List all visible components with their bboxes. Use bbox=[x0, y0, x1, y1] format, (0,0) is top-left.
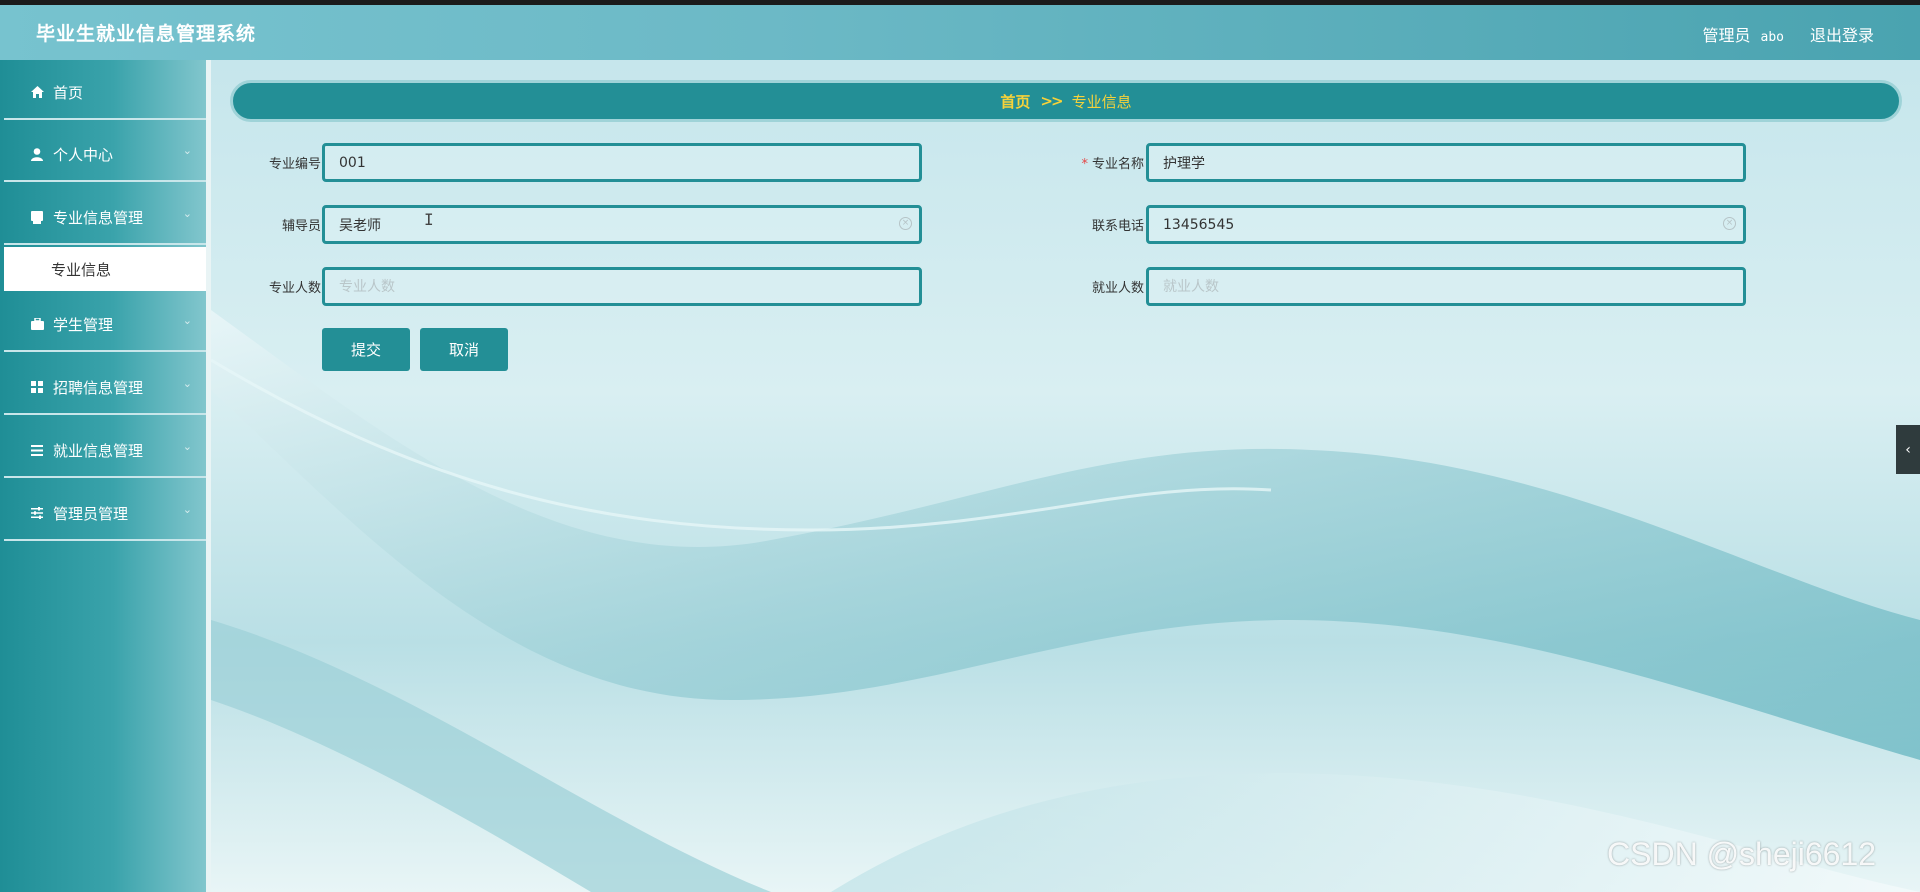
text-cursor-icon: I bbox=[424, 210, 434, 229]
phone-label: 联系电话 bbox=[1091, 219, 1144, 234]
sidebar-item-label: 管理员管理 bbox=[53, 505, 129, 523]
sidebar-item-label: 招聘信息管理 bbox=[53, 379, 144, 397]
sidebar-item-employment-management[interactable]: 就业信息管理 ⌄ bbox=[4, 420, 206, 478]
grid-icon bbox=[30, 380, 44, 394]
cancel-button[interactable]: 取消 bbox=[420, 328, 508, 371]
sidebar-item-student-management[interactable]: 学生管理 ⌄ bbox=[4, 294, 206, 352]
phone-input[interactable] bbox=[1146, 205, 1746, 244]
username: abo bbox=[1760, 30, 1784, 45]
chevron-down-icon: ⌄ bbox=[182, 440, 192, 453]
sidebar: 首页 个人中心 ⌄ 专业信息管理 ⌄ 专业信息 学生管理 ⌄ 招聘信息管理 ⌄ bbox=[0, 60, 206, 892]
chevron-down-icon: ⌄ bbox=[182, 377, 192, 390]
sliders-icon bbox=[30, 506, 44, 520]
role-label: 管理员 bbox=[1702, 26, 1751, 45]
sidebar-item-label: 学生管理 bbox=[53, 316, 114, 334]
breadcrumb-home-link[interactable]: 首页 bbox=[1000, 91, 1030, 112]
sidebar-item-label: 个人中心 bbox=[53, 146, 114, 164]
user-icon bbox=[30, 147, 44, 161]
collapse-panel-button[interactable]: ‹ bbox=[1896, 425, 1920, 474]
headcount-input[interactable] bbox=[322, 267, 922, 306]
sidebar-item-recruitment-management[interactable]: 招聘信息管理 ⌄ bbox=[4, 357, 206, 415]
briefcase-icon bbox=[30, 317, 44, 331]
required-asterisk: * bbox=[1081, 157, 1088, 172]
user-area: 管理员 abo 退出登录 bbox=[1702, 22, 1874, 46]
major-code-label: 专业编号 bbox=[268, 157, 321, 172]
sidebar-item-home[interactable]: 首页 bbox=[4, 62, 206, 120]
employed-count-input[interactable] bbox=[1146, 267, 1746, 306]
sidebar-subitem-label: 专业信息 bbox=[51, 261, 112, 279]
breadcrumb-current: 专业信息 bbox=[1071, 92, 1132, 111]
chevron-down-icon: ⌄ bbox=[182, 144, 192, 157]
counselor-label: 辅导员 bbox=[281, 219, 321, 234]
chevron-left-icon: ‹ bbox=[1905, 441, 1911, 458]
major-name-label-text: 专业名称 bbox=[1091, 157, 1144, 172]
sidebar-item-admin-management[interactable]: 管理员管理 ⌄ bbox=[4, 483, 206, 541]
sidebar-item-label: 就业信息管理 bbox=[53, 442, 144, 460]
major-name-label: * 专业名称 bbox=[1054, 153, 1144, 172]
main-content: 首页 >> 专业信息 专业编号 *专业名称 辅导员 I × 联系电话 × 专业人… bbox=[211, 60, 1920, 892]
sidebar-subitem-major-info[interactable]: 专业信息 bbox=[4, 247, 206, 291]
clear-input-icon[interactable]: × bbox=[1723, 217, 1736, 230]
chevron-down-icon: ⌄ bbox=[182, 503, 192, 516]
sidebar-item-label: 专业信息管理 bbox=[53, 209, 144, 227]
sidebar-item-major-management[interactable]: 专业信息管理 ⌄ bbox=[4, 187, 206, 245]
logout-link[interactable]: 退出登录 bbox=[1810, 22, 1874, 46]
app-title: 毕业生就业信息管理系统 bbox=[36, 23, 257, 45]
home-icon bbox=[30, 85, 44, 99]
major-name-input[interactable] bbox=[1146, 143, 1746, 182]
sidebar-item-label: 首页 bbox=[53, 84, 84, 102]
clear-input-icon[interactable]: × bbox=[899, 217, 912, 230]
breadcrumb: 首页 >> 专业信息 bbox=[230, 80, 1902, 122]
list-icon bbox=[30, 443, 44, 457]
chevron-down-icon: ⌄ bbox=[182, 314, 192, 327]
employed-count-label: 就业人数 bbox=[1091, 281, 1144, 296]
headcount-label: 专业人数 bbox=[268, 281, 321, 296]
top-bar: 毕业生就业信息管理系统 管理员 abo 退出登录 bbox=[0, 5, 1920, 60]
book-icon bbox=[30, 210, 44, 224]
counselor-input[interactable] bbox=[322, 205, 922, 244]
watermark: CSDN @sheji6612 bbox=[1607, 836, 1877, 872]
chevron-down-icon: ⌄ bbox=[182, 207, 192, 220]
sidebar-item-profile[interactable]: 个人中心 ⌄ bbox=[4, 124, 206, 182]
submit-button[interactable]: 提交 bbox=[322, 328, 410, 371]
breadcrumb-separator: >> bbox=[1040, 92, 1063, 110]
silk-background-image bbox=[211, 310, 1920, 892]
user-info: 管理员 abo bbox=[1702, 22, 1784, 46]
major-code-input[interactable] bbox=[322, 143, 922, 182]
